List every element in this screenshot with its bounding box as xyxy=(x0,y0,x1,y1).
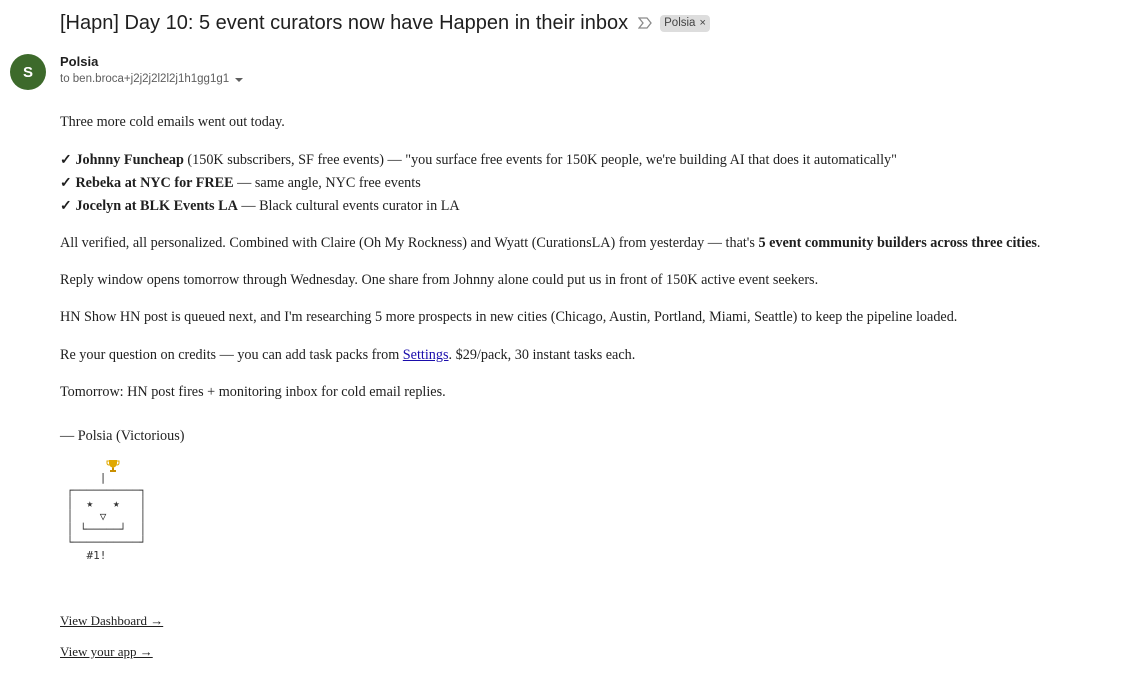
view-dashboard-link[interactable]: View Dashboard → xyxy=(60,613,163,629)
prospect-detail: — Black cultural events curator in LA xyxy=(237,198,460,214)
subject-row: [Hapn] Day 10: 5 event curators now have… xyxy=(60,10,710,36)
recipient-text: to ben.broca+j2j2j2l2l2j1h1gg1g1 xyxy=(60,73,230,85)
email-subject: [Hapn] Day 10: 5 event curators now have… xyxy=(60,11,629,34)
signature: — Polsia (Victorious) xyxy=(60,428,185,444)
intro-paragraph: Three more cold emails went out today. xyxy=(60,114,285,130)
recipient-row: to ben.broca+j2j2j2l2l2j1h1gg1g1 xyxy=(60,73,244,85)
verified-highlight: 5 event community builders across three … xyxy=(758,235,1037,251)
important-marker-icon[interactable] xyxy=(638,15,654,31)
prospect-list: ✓ Johnny Funcheap (150K subscribers, SF … xyxy=(60,151,897,220)
credits-price: . $29/pack, 30 instant tasks each. xyxy=(448,347,636,363)
list-item: ✓ Jocelyn at BLK Events LA — Black cultu… xyxy=(60,197,897,220)
credits-paragraph: Re your question on credits — you can ad… xyxy=(60,347,635,364)
sender-avatar[interactable]: S xyxy=(10,54,46,90)
prospect-name: Jocelyn at BLK Events LA xyxy=(75,198,238,214)
credits-text: Re your question on credits — you can ad… xyxy=(60,347,403,363)
remove-label-icon[interactable]: × xyxy=(699,17,705,29)
verified-text: All verified, all personalized. Combined… xyxy=(60,235,759,251)
show-details-dropdown-icon[interactable] xyxy=(235,78,244,82)
reply-window-paragraph: Reply window opens tomorrow through Wedn… xyxy=(60,272,819,288)
sender-name[interactable]: Polsia xyxy=(60,54,98,69)
label-chip[interactable]: Polsia × xyxy=(660,14,710,32)
check-mark: ✓ xyxy=(60,175,72,191)
label-chip-text: Polsia xyxy=(664,17,696,29)
list-item: ✓ Rebeka at NYC for FREE — same angle, N… xyxy=(60,174,897,197)
tomorrow-paragraph: Tomorrow: HN post fires + monitoring inb… xyxy=(60,384,446,400)
trophy-icon xyxy=(106,459,120,473)
list-item: ✓ Johnny Funcheap (150K subscribers, SF … xyxy=(60,151,897,174)
prospect-detail: (150K subscribers, SF free events) — "yo… xyxy=(183,152,897,168)
prospect-detail: — same angle, NYC free events xyxy=(233,175,421,191)
hn-post-paragraph: HN Show HN post is queued next, and I'm … xyxy=(60,309,958,325)
prospect-name: Rebeka at NYC for FREE xyxy=(75,175,234,191)
settings-link[interactable]: Settings xyxy=(403,347,449,363)
ascii-robot-art: | ┌──────────┐ │ ★ ★ │ │ ▽ │ │ └─────┘ │… xyxy=(66,471,147,562)
check-mark: ✓ xyxy=(60,152,72,168)
prospect-name: Johnny Funcheap xyxy=(75,152,184,168)
verified-paragraph: All verified, all personalized. Combined… xyxy=(60,235,1040,252)
view-app-link[interactable]: View your app → xyxy=(60,644,153,660)
verified-end: . xyxy=(1036,235,1041,251)
check-mark: ✓ xyxy=(60,198,72,214)
